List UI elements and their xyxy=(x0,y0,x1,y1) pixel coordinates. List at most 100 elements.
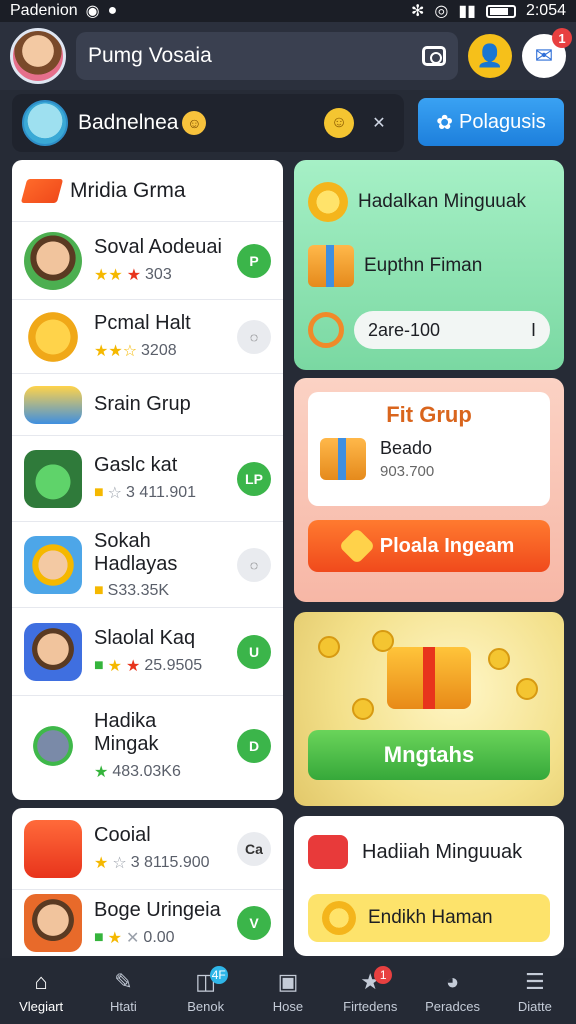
profile-bar: Badnelnea ☺ ☺ ✕ xyxy=(12,94,404,152)
item-rating: ★ ☆ 3 8115.900 xyxy=(94,854,210,872)
signal-icon: ▮▮ xyxy=(458,3,476,20)
item-title: Hadika Mingak xyxy=(94,710,159,755)
treasure-illustration xyxy=(308,626,550,730)
coin-icon xyxy=(318,636,340,658)
item-title: Soval Aodeuai xyxy=(94,236,222,258)
item-action-button[interactable]: U xyxy=(237,634,271,669)
rewards-card: Hadalkan Minguuak Eupthn Fiman 2are-100 … xyxy=(294,160,564,370)
list-item[interactable]: Slaolal Kaq ■ ★ ★ 25.9505 U xyxy=(12,608,283,696)
flower-icon: ✿ xyxy=(436,111,454,134)
status-bar: Padenion ◉ ● ✻ ◎ ▮▮ 2:054 xyxy=(0,0,576,22)
polagusis-button[interactable]: ✿ Polagusis xyxy=(418,98,564,146)
coin-icon xyxy=(516,678,538,700)
game-thumbnail xyxy=(24,622,82,681)
list-item[interactable]: Gaslc kat ■ ☆ 3 411.901 LP xyxy=(12,436,283,522)
item-action-button[interactable]: D xyxy=(237,729,271,763)
reward-title: Hadalkan Minguuak xyxy=(358,191,526,212)
list-item[interactable]: Cooial ★ ☆ 3 8115.900 Ca xyxy=(12,808,283,890)
profile-name: Badnelnea xyxy=(78,111,179,134)
nav-benok[interactable]: ◫ 4F Benok xyxy=(165,958,247,1024)
hadiah-button[interactable]: Endikh Haman xyxy=(308,894,550,942)
reward-row[interactable]: Hadalkan Minguuak xyxy=(308,170,550,234)
reward-code-text: 2are-100 xyxy=(368,319,441,340)
bottom-navigation: ⌂ Vlegiart ✎ Htati ◫ 4F Benok ▣ Hose ★ 1… xyxy=(0,958,576,1024)
item-rating: ■ S33.35K xyxy=(94,581,170,599)
item-action-button[interactable]: P xyxy=(237,243,271,278)
more-icon[interactable]: ✕ xyxy=(364,113,394,133)
game-thumbnail xyxy=(24,307,82,366)
panel-title: Mridia Grma xyxy=(70,178,186,202)
top-header: Pumg Vosaia 👤 ✉ 1 xyxy=(0,22,576,90)
user-avatar[interactable] xyxy=(10,28,66,84)
reward-code-field[interactable]: 2are-100 I xyxy=(354,311,550,349)
item-action-button[interactable]: Ca xyxy=(237,831,271,866)
reward-row[interactable]: Eupthn Fiman xyxy=(308,234,550,298)
list-item[interactable]: Srain Grup xyxy=(12,374,283,436)
smile-emoji-icon: ☺ xyxy=(182,111,207,135)
game-thumbnail xyxy=(24,894,82,952)
treasure-card: Mngtahs xyxy=(294,612,564,806)
gift-box-icon xyxy=(308,245,354,287)
mngtahs-button[interactable]: Mngtahs xyxy=(308,730,550,780)
home-icon: ⌂ xyxy=(34,968,48,994)
nav-home[interactable]: ⌂ Vlegiart xyxy=(0,958,82,1024)
carrier-label: Padenion xyxy=(10,2,78,19)
play-ingame-label: Ploala Ingeam xyxy=(379,534,515,557)
bluetooth-icon: ✻ xyxy=(410,3,425,20)
hadiah-row[interactable]: Hadiiah Minguuak xyxy=(308,830,550,874)
fit-group-title: Fit Grup xyxy=(386,402,472,427)
list-item[interactable]: Pcmal Halt ★★☆ 3208 ◌ xyxy=(12,300,283,374)
item-rating: ■ ☆ 3 411.901 xyxy=(94,484,197,502)
mail-icon: ✉ xyxy=(534,43,554,68)
list-item[interactable]: Sokah Hadlayas ■ S33.35K ◌ xyxy=(12,522,283,608)
item-title: Sokah Hadlayas xyxy=(94,529,178,575)
item-action-button[interactable]: V xyxy=(237,906,271,940)
alarm-icon: ◎ xyxy=(434,3,449,20)
list-item[interactable]: Soval Aodeuai ★★ ★ 303 P xyxy=(12,222,283,300)
item-title: Gaslc kat xyxy=(94,454,178,476)
fit-group-card: Fit Grup Beado 903.700 Ploala Ingeam xyxy=(294,378,564,602)
item-title: Slaolal Kaq xyxy=(94,627,196,649)
fit-group-box: Fit Grup Beado 903.700 xyxy=(308,392,550,506)
grid-icon: ▣ xyxy=(277,968,299,994)
coin-icon[interactable]: ☺ xyxy=(324,108,354,138)
item-rating: ★★ ★ 303 xyxy=(94,266,172,284)
profile-button[interactable]: 👤 xyxy=(468,34,512,78)
mail-button[interactable]: ✉ 1 xyxy=(522,28,572,78)
hadiah-title: Hadiiah Minguuak xyxy=(362,840,523,863)
reward-code-end: I xyxy=(530,319,536,340)
item-action-button[interactable]: ◌ xyxy=(237,547,271,582)
search-bar[interactable]: Pumg Vosaia xyxy=(76,32,458,80)
search-text: Pumg Vosaia xyxy=(88,44,212,67)
fit-group-item[interactable]: Beado 903.700 xyxy=(320,438,538,480)
list-item[interactable]: Boge Uringeia ■ ★ ✕ 0.00 V xyxy=(12,890,283,956)
coin-icon xyxy=(488,648,510,670)
item-rating: ■ ★ ✕ 0.00 xyxy=(94,928,175,947)
reward-subtitle: Eupthn Fiman xyxy=(364,255,483,276)
play-ingame-button[interactable]: Ploala Ingeam xyxy=(308,520,550,572)
nav-firtedens[interactable]: ★ 1 Firtedens xyxy=(329,958,411,1024)
profile-avatar[interactable] xyxy=(22,100,68,146)
battery-icon xyxy=(485,4,516,18)
location-icon: ● xyxy=(107,2,118,19)
clock: 2:054 xyxy=(525,2,566,19)
menu-icon: ☰ xyxy=(524,968,545,994)
nav-peradces[interactable]: ◕ Peradces xyxy=(411,958,493,1024)
item-title: Boge Uringeia xyxy=(94,898,221,921)
item-action-button[interactable]: ◌ xyxy=(237,319,271,354)
treasure-chest-icon xyxy=(387,647,471,709)
list-item[interactable]: Hadika Mingak ★ 483.03K6 D xyxy=(12,696,283,796)
camera-icon[interactable] xyxy=(422,46,446,66)
nav-diatte[interactable]: ☰ Diatte xyxy=(494,958,576,1024)
item-action-button[interactable]: LP xyxy=(237,461,271,496)
wifi-icon: ◉ xyxy=(85,3,100,20)
nav-htati[interactable]: ✎ Htati xyxy=(82,958,164,1024)
item-rating: ★ 483.03K6 xyxy=(94,763,181,781)
phone-icon: ✎ xyxy=(114,968,133,994)
nav-label: Vlegiart xyxy=(19,998,64,1014)
nav-label: Diatte xyxy=(517,998,552,1014)
item-title: Cooial xyxy=(94,824,151,846)
nav-hose[interactable]: ▣ Hose xyxy=(247,958,329,1024)
nav-badge: 1 xyxy=(374,966,393,984)
heart-icon xyxy=(338,527,376,565)
